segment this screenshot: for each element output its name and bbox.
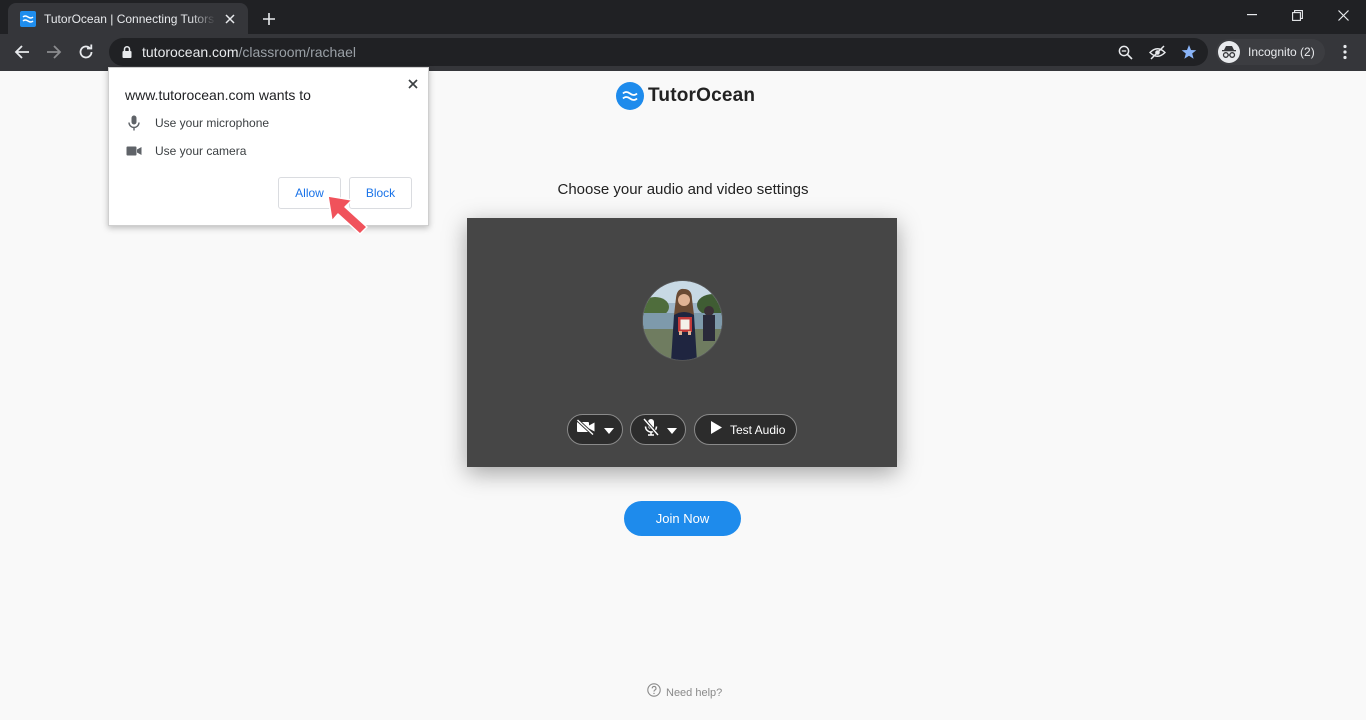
camera-toggle-button[interactable] [567,414,623,445]
microphone-off-icon [642,417,660,441]
microphone-toggle-button[interactable] [630,414,686,445]
permission-item-label: Use your microphone [155,116,270,130]
permission-title: www.tutorocean.com wants to [125,87,311,103]
test-audio-label: Test Audio [730,422,786,437]
address-bar[interactable]: tutorocean.com/classroom/rachael [109,38,1208,66]
new-tab-icon[interactable] [258,8,280,30]
browser-toolbar: tutorocean.com/classroom/rachael Incogni… [0,34,1366,71]
close-window-icon[interactable] [1320,0,1366,30]
logo-text: TutorOcean [648,85,756,106]
permission-item-label: Use your camera [155,144,247,158]
camera-icon [125,142,143,160]
tab-title: TutorOcean | Connecting Tutors and Stude… [44,11,216,26]
bookmark-star-icon[interactable] [1180,43,1198,61]
back-arrow-icon[interactable] [8,38,36,66]
lock-icon[interactable] [120,45,134,59]
tutorocean-logo-icon [616,82,644,110]
restore-icon[interactable] [1274,0,1320,30]
chevron-down-icon [604,421,614,439]
close-icon[interactable] [405,76,421,92]
url-text: tutorocean.com/classroom/rachael [142,44,356,60]
permission-prompt: www.tutorocean.com wants to Use your mic… [108,67,429,226]
tab-close-icon[interactable] [222,11,238,27]
chevron-down-icon [667,421,677,439]
reload-icon[interactable] [72,38,100,66]
pointer-arrow-icon [326,194,370,236]
permission-item-camera: Use your camera [125,142,246,160]
kebab-menu-icon[interactable] [1334,38,1356,66]
test-audio-button[interactable]: Test Audio [694,414,797,445]
tab-strip: TutorOcean | Connecting Tutors and Stude… [0,0,1366,34]
incognito-label: Incognito (2) [1248,45,1315,59]
join-now-button[interactable]: Join Now [624,501,741,536]
help-question-icon [647,683,661,702]
avatar [642,280,723,361]
permission-item-microphone: Use your microphone [125,114,269,132]
need-help-label: Need help? [666,686,723,699]
zoom-icon[interactable] [1116,43,1134,61]
play-icon [711,420,722,439]
incognito-icon [1218,41,1240,63]
tutorocean-logo[interactable]: TutorOcean [616,82,755,110]
need-help-link[interactable]: Need help? [647,683,722,702]
microphone-icon [125,114,143,132]
browser-tab[interactable]: TutorOcean | Connecting Tutors and Stude… [8,3,248,34]
tutorocean-favicon-icon [20,10,36,27]
forward-arrow-icon[interactable] [40,38,68,66]
incognito-badge[interactable]: Incognito (2) [1216,39,1325,65]
camera-off-icon [576,418,596,440]
minimize-icon[interactable] [1229,0,1275,30]
video-preview: Test Audio [467,218,897,467]
tracking-blocked-eye-icon[interactable] [1148,43,1166,61]
